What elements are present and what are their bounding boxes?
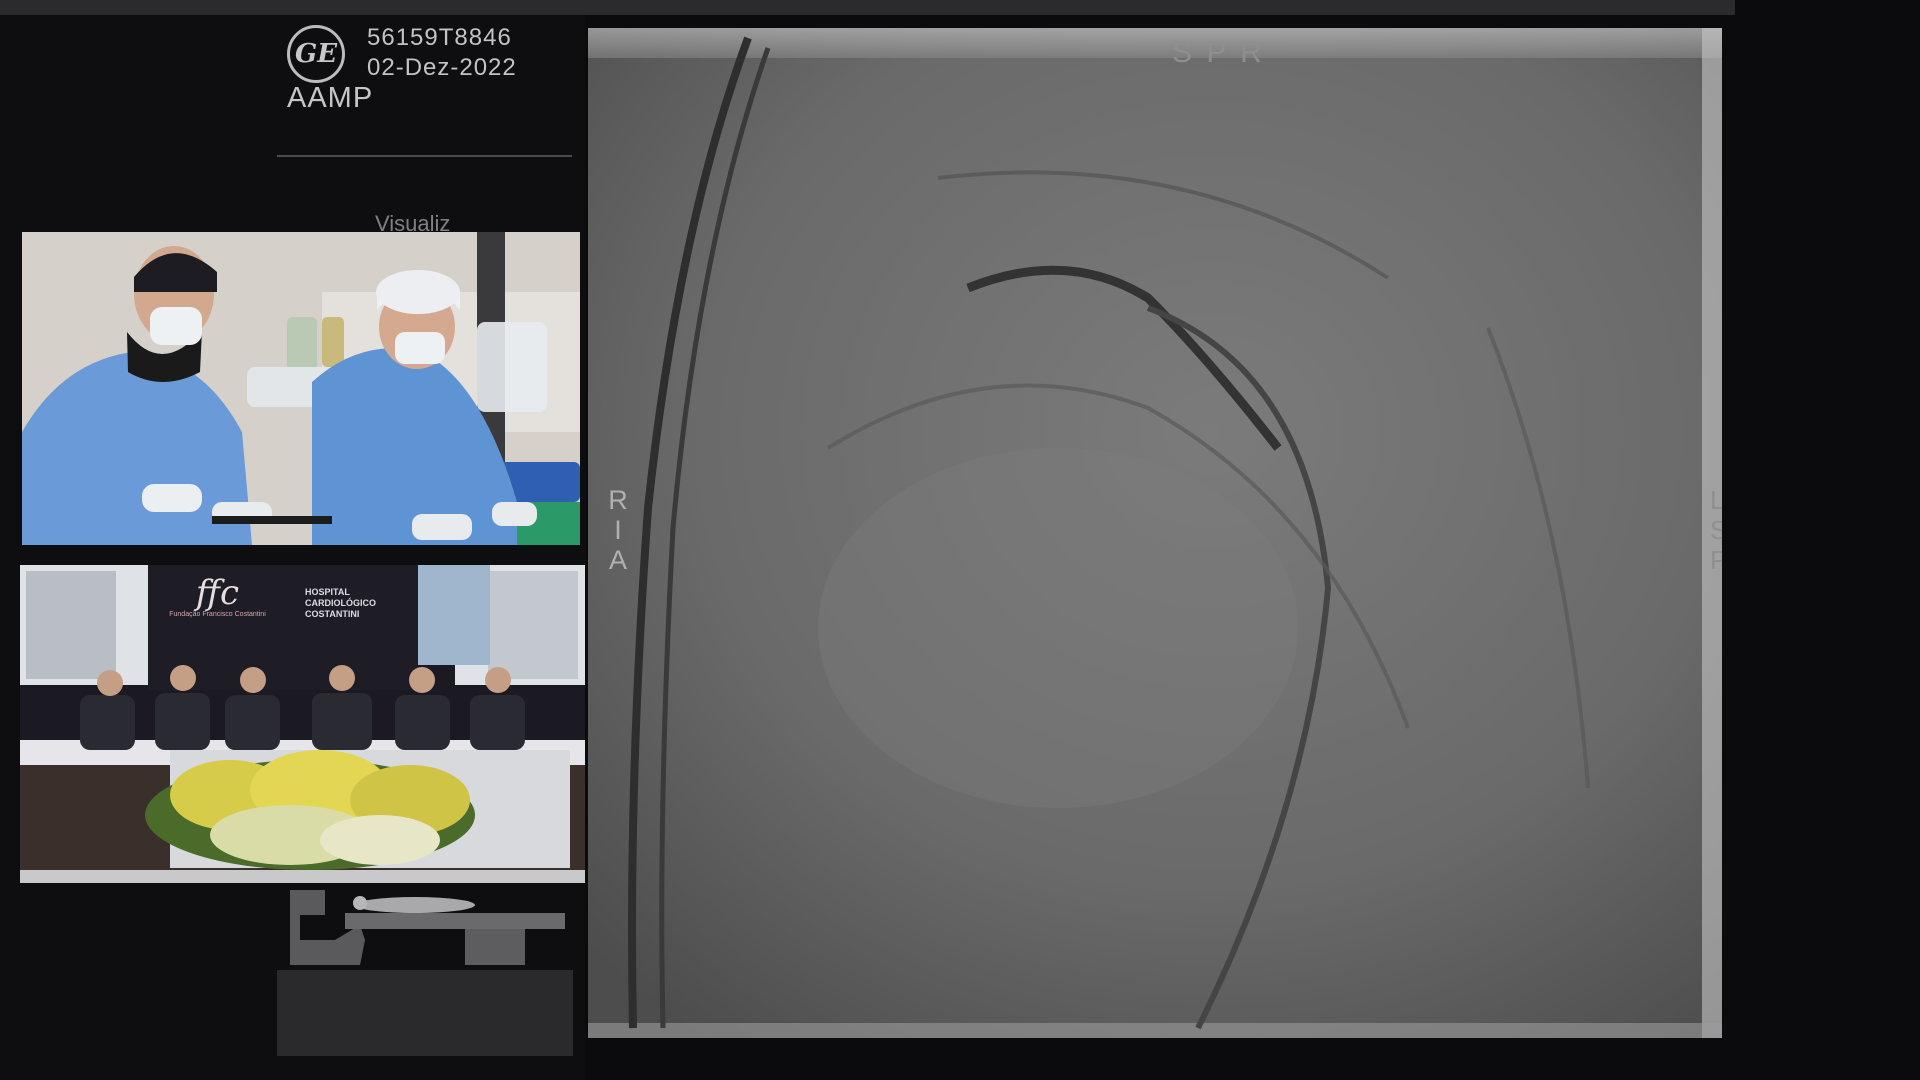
hospital-line-1: HOSPITAL [305, 587, 350, 597]
hospital-line-3: COSTANTINI [305, 609, 360, 619]
right-margin [1722, 15, 1920, 1080]
hospital-line-2: CARDIOLÓGICO [305, 598, 376, 608]
patient-table-icon [290, 890, 565, 965]
angiography-image[interactable] [588, 28, 1722, 1038]
status-box [277, 970, 573, 1056]
panel-scene [20, 565, 585, 883]
orientation-left-i: I [614, 515, 622, 545]
patient-id: 56159T8846 [367, 24, 512, 51]
orientation-left-r: R [608, 485, 628, 515]
hospital-banner: HOSPITAL CARDIOLÓGICO COSTANTINI [305, 587, 405, 620]
exam-date: 02-Dez-2022 [367, 54, 517, 81]
ge-logo-icon: GE [287, 25, 345, 83]
orientation-left: R I A [606, 485, 630, 575]
xray-image [588, 28, 1722, 1038]
surgeons-scene [22, 232, 580, 545]
top-bar [0, 0, 1735, 15]
orientation-top: S P R [1172, 36, 1265, 69]
site-code: AAMP [287, 82, 374, 114]
logo-text: GE [294, 39, 338, 69]
orientation-left-a: A [608, 545, 627, 575]
ffc-caption: Fundação Francisco Costantini [169, 611, 266, 618]
surgeons-video-feed[interactable] [22, 232, 580, 545]
ffc-logo-text: ffc [195, 573, 240, 613]
divider [277, 155, 572, 157]
panel-discussion-feed[interactable]: ffc Fundação Francisco Costantini HOSPIT… [20, 565, 585, 883]
ffc-logo: ffc Fundação Francisco Costantini [160, 575, 275, 635]
